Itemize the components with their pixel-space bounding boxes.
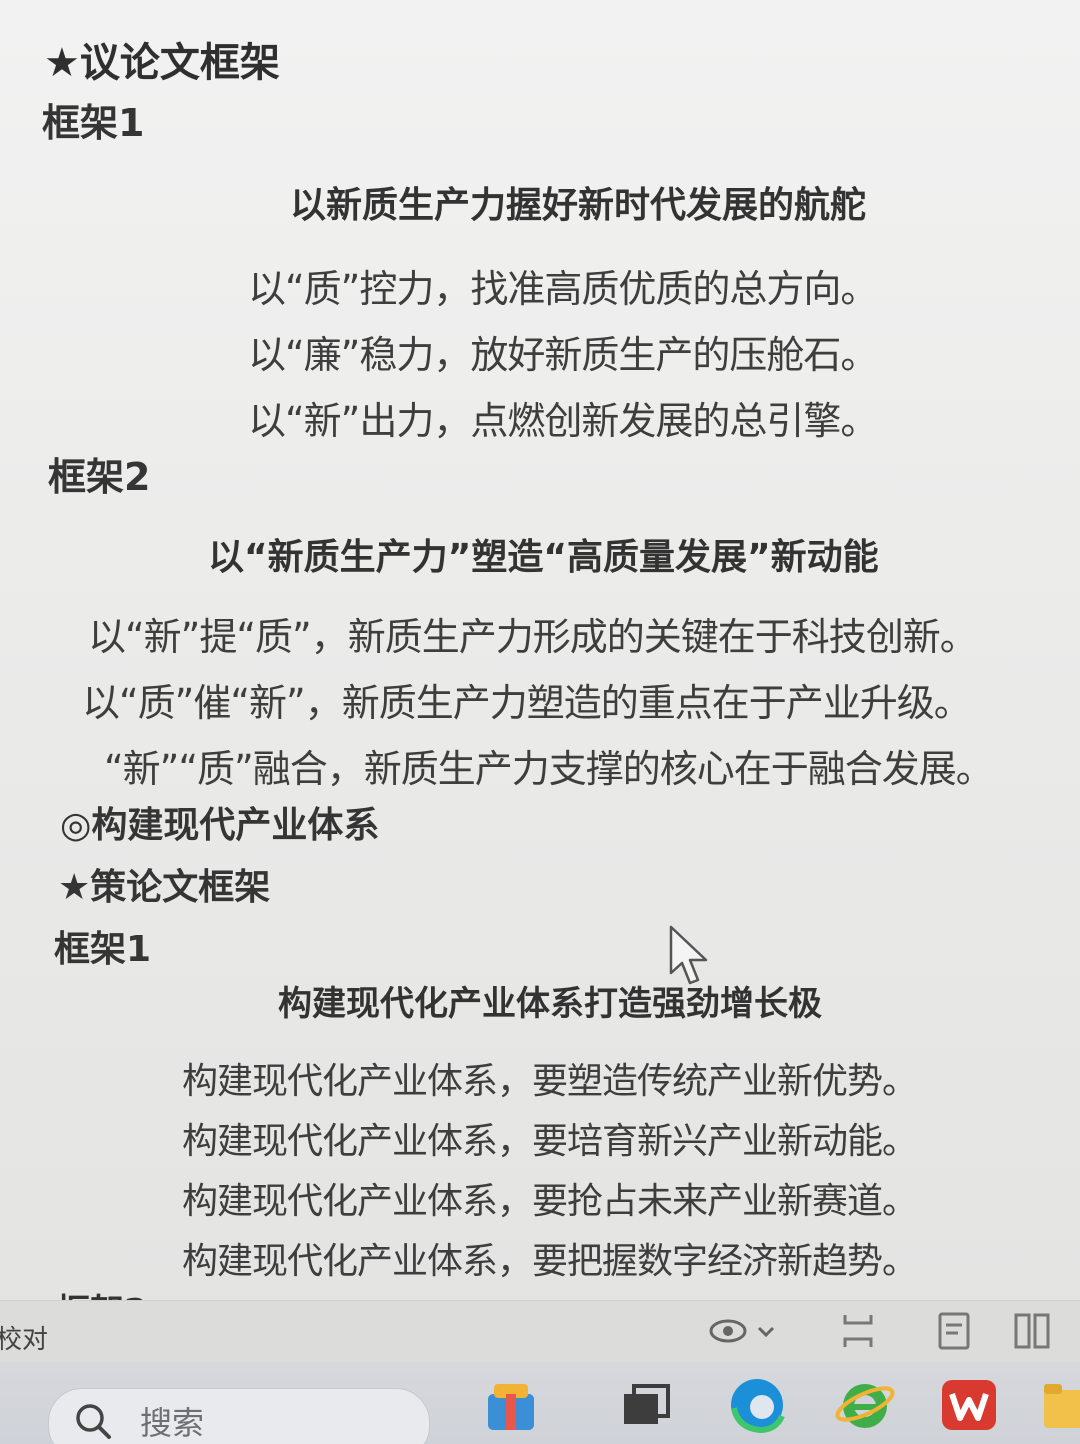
argument-section-heading: ★议论文框架 <box>44 40 280 86</box>
status-bar: 校对 <box>0 1300 1080 1363</box>
wps-icon[interactable] <box>938 1374 1000 1436</box>
edge-icon[interactable] <box>726 1374 788 1436</box>
policy-frame1-label: 框架1 <box>54 929 152 970</box>
chevron-down-icon[interactable] <box>752 1309 780 1353</box>
frame1-label: 框架1 <box>42 101 145 145</box>
document-page: ★议论文框架 框架1 以新质生产力握好新时代发展的航舵 以“质”控力，找准高质优… <box>0 0 1080 1300</box>
frame2-line-1: 以“新”提“质”，新质生产力形成的关键在于科技创新。 <box>88 615 978 659</box>
frame1-line-3: 以“新”出力，点燃创新发展的总引擎。 <box>248 399 878 443</box>
topic-heading: ◎构建现代产业体系 <box>60 805 380 846</box>
search-icon[interactable] <box>72 1400 114 1442</box>
frame1-line-2: 以“廉”稳力，放好新质生产的压舱石。 <box>248 333 878 377</box>
policy-frame1-line-3: 构建现代化产业体系，要抢占未来产业新赛道。 <box>182 1181 918 1222</box>
eye-icon[interactable] <box>706 1309 750 1353</box>
mouse-pointer-icon <box>669 925 708 985</box>
cut-off-heading: 框架2 <box>56 1288 166 1300</box>
policy-frame1-title: 构建现代化产业体系打造强劲增长极 <box>278 984 822 1024</box>
frame2-title: 以“新质生产力”塑造“高质量发展”新动能 <box>208 537 879 578</box>
policy-frame1-line-4: 构建现代化产业体系，要把握数字经济新趋势。 <box>182 1241 918 1282</box>
file-explorer-icon[interactable] <box>1040 1374 1080 1436</box>
frame1-title: 以新质生产力握好新时代发展的航舵 <box>290 185 867 226</box>
two-page-view-icon[interactable] <box>1010 1309 1054 1353</box>
widgets-icon[interactable] <box>480 1374 542 1436</box>
task-view-icon[interactable] <box>614 1374 676 1436</box>
policy-section-heading: ★策论文框架 <box>58 867 271 908</box>
frame1-line-1: 以“质”控力，找准高质优质的总方向。 <box>248 267 878 311</box>
page-view-icon[interactable] <box>932 1309 976 1353</box>
frame2-label: 框架2 <box>48 455 151 499</box>
proofread-label[interactable]: 校对 <box>0 1319 48 1356</box>
frame2-line-2: 以“质”催“新”，新质生产力塑造的重点在于产业升级。 <box>82 681 972 725</box>
policy-frame1-line-2: 构建现代化产业体系，要培育新兴产业新动能。 <box>182 1121 918 1162</box>
frame2-line-3: “新”“质”融合，新质生产力支撑的核心在于融合发展。 <box>104 747 994 791</box>
policy-frame1-line-1: 构建现代化产业体系，要塑造传统产业新优势。 <box>182 1061 918 1102</box>
page-break-icon[interactable] <box>836 1309 880 1353</box>
ie-icon[interactable] <box>834 1374 896 1436</box>
taskbar-search-placeholder[interactable]: 搜索 <box>140 1398 204 1444</box>
